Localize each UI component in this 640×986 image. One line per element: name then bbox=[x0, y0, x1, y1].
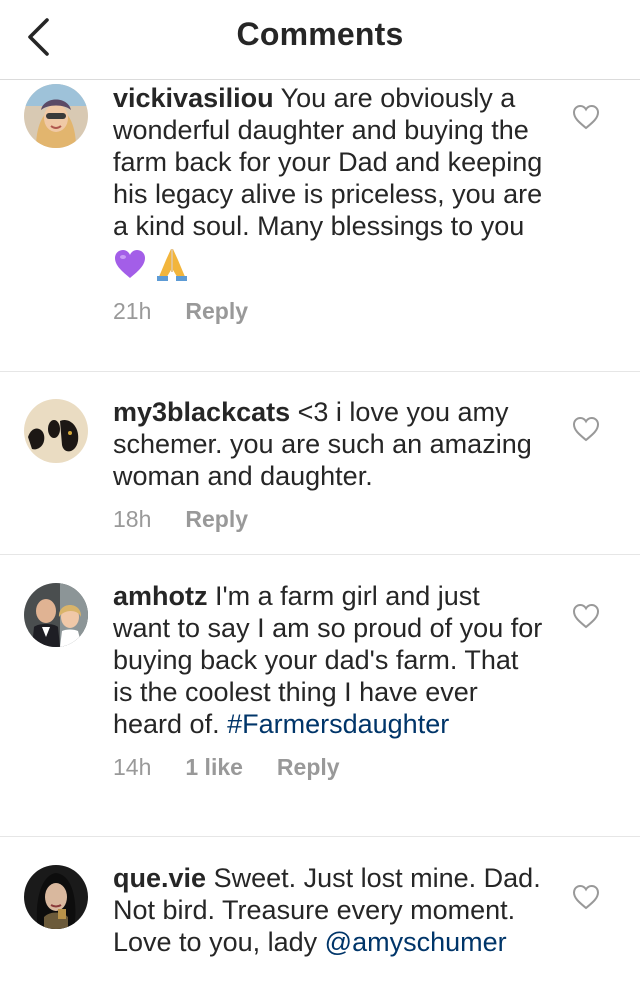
emoji-row bbox=[113, 244, 543, 284]
comment-time: 18h bbox=[113, 506, 152, 532]
comment-item: que.vie Sweet. Just lost mine. Dad. Not … bbox=[0, 837, 640, 986]
purple-heart-icon bbox=[115, 250, 145, 278]
reply-button[interactable]: Reply bbox=[277, 754, 340, 781]
comment-time: 14h bbox=[113, 754, 152, 780]
folded-hands-icon bbox=[157, 249, 187, 281]
like-heart-icon[interactable] bbox=[572, 603, 600, 629]
likes-count-button[interactable]: 1 like bbox=[185, 754, 243, 781]
hashtag-link[interactable]: #Farmersdaughter bbox=[227, 709, 449, 739]
comment-username[interactable]: my3blackcats bbox=[113, 397, 290, 427]
comment-time: 21h bbox=[113, 298, 152, 324]
mention-link[interactable]: @amyschumer bbox=[325, 927, 507, 957]
header-bar: Comments bbox=[0, 0, 640, 80]
like-heart-icon[interactable] bbox=[572, 416, 600, 442]
comment-list[interactable]: vickivasiliou You are obviously a wonder… bbox=[0, 80, 640, 986]
comment-meta: 18h Reply bbox=[113, 506, 543, 533]
like-heart-icon[interactable] bbox=[572, 884, 600, 910]
comment-username[interactable]: amhotz bbox=[113, 581, 208, 611]
comment-text: my3blackcats <3 i love you amy schemer. … bbox=[113, 396, 543, 492]
avatar[interactable] bbox=[24, 399, 88, 463]
comment-body: amhotz I'm a farm girl and just want to … bbox=[113, 580, 543, 781]
avatar[interactable] bbox=[24, 865, 88, 929]
comment-item: amhotz I'm a farm girl and just want to … bbox=[0, 555, 640, 837]
comment-meta: 21h Reply bbox=[113, 298, 543, 325]
like-heart-icon[interactable] bbox=[572, 104, 600, 130]
reply-button[interactable]: Reply bbox=[185, 506, 248, 533]
comment-text: que.vie Sweet. Just lost mine. Dad. Not … bbox=[113, 862, 543, 958]
avatar[interactable] bbox=[24, 583, 88, 647]
comment-body: vickivasiliou You are obviously a wonder… bbox=[113, 82, 543, 325]
comment-item: vickivasiliou You are obviously a wonder… bbox=[0, 80, 640, 372]
comment-item: my3blackcats <3 i love you amy schemer. … bbox=[0, 372, 640, 555]
comment-body: que.vie Sweet. Just lost mine. Dad. Not … bbox=[113, 862, 543, 958]
page-title: Comments bbox=[236, 16, 404, 52]
comment-text: amhotz I'm a farm girl and just want to … bbox=[113, 580, 543, 740]
comment-text: vickivasiliou You are obviously a wonder… bbox=[113, 82, 543, 242]
comment-username[interactable]: que.vie bbox=[113, 863, 206, 893]
reply-button[interactable]: Reply bbox=[185, 298, 248, 325]
avatar[interactable] bbox=[24, 84, 88, 148]
comment-body: my3blackcats <3 i love you amy schemer. … bbox=[113, 396, 543, 533]
comment-username[interactable]: vickivasiliou bbox=[113, 83, 274, 113]
comment-meta: 14h 1 like Reply bbox=[113, 754, 543, 781]
